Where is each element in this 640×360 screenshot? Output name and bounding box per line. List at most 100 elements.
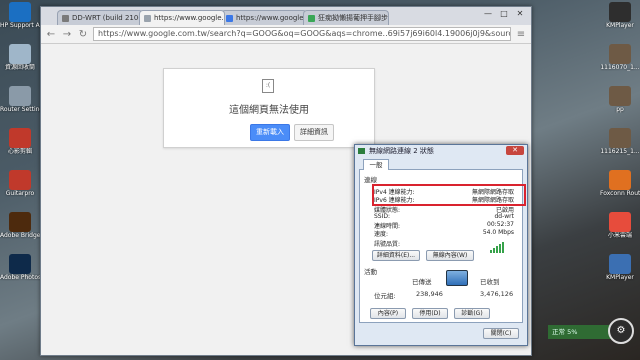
desktop-icon-label: Foxconn Router	[600, 190, 640, 197]
diagnose-button[interactable]: 診斷(G)	[454, 308, 490, 319]
app-icon	[609, 170, 631, 190]
settings-gear-icon[interactable]: ⚙	[608, 318, 634, 344]
forward-icon[interactable]: →	[61, 29, 73, 40]
tab-label: DD-WRT (build 2106...	[72, 14, 143, 22]
error-card: :( 這個網頁無法使用 重新載入 詳細資訊	[163, 68, 375, 148]
duration-row: 連線時間: 00:52:37	[374, 221, 514, 230]
sent-label: 已傳送	[412, 278, 432, 286]
app-icon	[9, 2, 31, 22]
left-desktop-icon-5[interactable]: Adobe Bridge CS6	[0, 212, 40, 252]
status-tray[interactable]: 正常 5%	[548, 325, 612, 339]
desktop-icon-label: Router Settings	[0, 106, 40, 113]
tab-other[interactable]: 狂痴拗懶揚葡押手腳步... ×	[303, 10, 389, 25]
minimize-button[interactable]: —	[481, 9, 495, 19]
left-desktop-icon-1[interactable]: 資源回收筒	[1, 44, 39, 84]
menu-icon[interactable]: ≡	[515, 29, 527, 40]
desktop-icon-label: KMPlayer	[606, 22, 634, 29]
tab-google-2[interactable]: https://www.google.co... ×	[221, 10, 307, 25]
left-desktop-icon-3[interactable]: 心影剪輯	[1, 128, 39, 168]
ipv4-label: IPv4 連線能力:	[374, 189, 415, 196]
right-desktop-icon-0[interactable]: KMPlayer	[601, 2, 639, 42]
wireless-properties-button[interactable]: 無線內容(W)	[426, 250, 474, 261]
desktop-icon-label: pp	[616, 106, 624, 113]
favicon	[62, 14, 69, 22]
dialog-close-icon[interactable]: ✕	[506, 146, 524, 155]
desktop-icons-left: HP Support Assistant 資源回收筒 Router Settings…	[0, 0, 40, 294]
duration-label: 連線時間:	[374, 223, 401, 230]
back-icon[interactable]: ←	[45, 29, 57, 40]
right-desktop-icon-1[interactable]: 1116070_1...	[600, 44, 640, 84]
right-desktop-icon-2[interactable]: pp	[601, 86, 639, 126]
received-label: 已收到	[480, 278, 500, 286]
bytes-received-value: 3,476,126	[480, 290, 514, 298]
details-button[interactable]: 詳細資訊	[294, 124, 334, 141]
ssid-label: SSID:	[374, 213, 391, 220]
ipv4-value: 無網際網路存取	[471, 189, 514, 196]
app-icon	[9, 128, 31, 148]
app-icon	[609, 86, 631, 106]
left-desktop-icon-6[interactable]: Adobe Photosh...	[0, 254, 40, 294]
tab-strip: DD-WRT (build 2106... × https://www.goog…	[41, 7, 531, 25]
ipv6-label: IPv6 連線能力:	[374, 197, 415, 204]
dialog-body: 連線 IPv4 連線能力: 無網際網路存取 IPv6 連線能力: 無網際網路存取…	[359, 169, 526, 323]
connection-section-label: 連線	[364, 176, 377, 184]
app-icon	[609, 254, 631, 274]
speed-label: 速度:	[374, 231, 389, 238]
tab-general[interactable]: 一般	[363, 159, 389, 170]
tab-label: https://www.google.co...	[236, 14, 306, 22]
close-dialog-button[interactable]: 關閉(C)	[483, 328, 519, 339]
app-icon	[9, 170, 31, 190]
desktop-icon-label: 1116215_1...	[600, 148, 640, 155]
favicon	[144, 14, 151, 22]
desktop-icon-label: 1116070_1...	[600, 64, 640, 71]
desktop-icon-label: 資源回收筒	[4, 64, 35, 71]
ipv6-value: 無網際網路存取	[471, 197, 514, 204]
details-button[interactable]: 詳細資料(E)...	[372, 250, 420, 261]
favicon	[226, 14, 233, 22]
right-desktop-icon-4[interactable]: Foxconn Router	[600, 170, 640, 210]
left-desktop-icon-0[interactable]: HP Support Assistant	[0, 2, 40, 42]
broken-page-icon: :(	[262, 79, 274, 93]
ssid-row: SSID: dd-wrt	[374, 213, 514, 221]
app-icon	[609, 128, 631, 148]
wireless-status-dialog: 無線網路連線 2 狀態 ✕ 一般 連線 IPv4 連線能力: 無網際網路存取 I…	[354, 144, 528, 346]
tab-google-active[interactable]: https://www.google.com ×	[139, 10, 225, 25]
reload-button[interactable]: 重新載入	[250, 124, 290, 141]
properties-button[interactable]: 內容(P)	[370, 308, 406, 319]
left-desktop-icon-2[interactable]: Router Settings	[0, 86, 40, 126]
desktop-icon-label: Adobe Photosh...	[0, 274, 40, 281]
close-button[interactable]: ✕	[513, 9, 527, 19]
desktop-icon-label: Adobe Bridge CS6	[0, 232, 40, 239]
tab-ddwrt[interactable]: DD-WRT (build 2106... ×	[57, 10, 143, 25]
left-desktop-icon-4[interactable]: Guitarpro	[1, 170, 39, 210]
app-icon	[9, 212, 31, 232]
app-icon	[9, 254, 31, 274]
maximize-button[interactable]: □	[497, 9, 511, 19]
speed-value: 54.0 Mbps	[482, 229, 514, 236]
toolbar: ← → ↻ https://www.google.com.tw/search?q…	[41, 25, 531, 44]
dialog-titlebar: 無線網路連線 2 狀態 ✕	[355, 145, 527, 157]
signal-label: 訊號品質:	[374, 241, 401, 248]
media-state-value: 已啟用	[495, 207, 514, 214]
app-icon	[9, 44, 31, 64]
right-desktop-icon-5[interactable]: 小米雲端	[601, 212, 639, 252]
desktop-icon-label: 心影剪輯	[7, 148, 32, 155]
network-icon	[358, 148, 365, 154]
media-state-label: 媒體狀態:	[374, 207, 401, 214]
right-desktop-icon-6[interactable]: KMPlayer	[601, 254, 639, 294]
speed-row: 速度: 54.0 Mbps	[374, 229, 514, 238]
bytes-label: 位元組:	[374, 292, 396, 300]
disable-button[interactable]: 停用(D)	[412, 308, 448, 319]
app-icon	[609, 2, 631, 22]
activity-section-label: 活動	[364, 268, 377, 276]
right-desktop-icon-3[interactable]: 1116215_1...	[600, 128, 640, 168]
ipv4-row: IPv4 連線能力: 無網際網路存取	[374, 187, 514, 196]
ipv6-row: IPv6 連線能力: 無網際網路存取	[374, 195, 514, 204]
reload-icon[interactable]: ↻	[77, 29, 89, 40]
media-state-row: 媒體狀態: 已啟用	[374, 205, 514, 214]
duration-value: 00:52:37	[487, 221, 514, 228]
address-bar[interactable]: https://www.google.com.tw/search?q=GOOG&…	[93, 27, 511, 41]
signal-bars-icon	[490, 242, 504, 253]
signal-row: 訊號品質:	[374, 239, 401, 248]
window-controls: — □ ✕	[481, 9, 527, 19]
